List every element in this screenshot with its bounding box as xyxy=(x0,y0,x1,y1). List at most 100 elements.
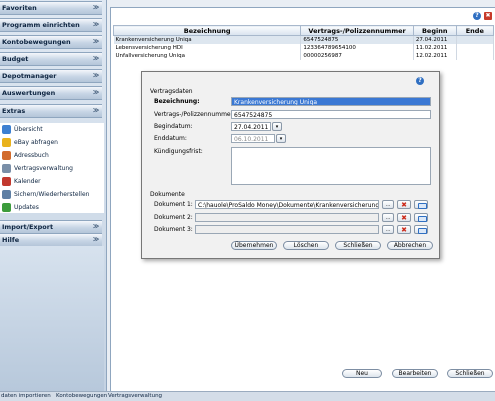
chevron-icon: ≫ xyxy=(92,4,100,11)
update-icon xyxy=(2,203,11,212)
browse-button[interactable]: ... xyxy=(382,213,394,222)
document-3-label: Dokument 3: xyxy=(154,226,193,233)
table-cell: Lebensversicherung HDI xyxy=(113,44,302,52)
chevron-icon: ≫ xyxy=(92,21,100,28)
help-icon[interactable]: ? xyxy=(473,12,481,20)
column-header-ende[interactable]: Ende xyxy=(455,25,495,36)
browse-button[interactable]: ... xyxy=(382,200,394,209)
section-label-vertragsdaten: Vertragsdaten xyxy=(150,88,193,95)
chevron-icon: ≫ xyxy=(92,223,100,230)
sidebar-item-label: Vertragsverwaltung xyxy=(14,165,73,172)
begin-date-label: Begindatum: xyxy=(154,123,193,130)
sidebar-header-depotmanager[interactable]: Depotmanager ≫ xyxy=(0,69,102,83)
new-button[interactable]: Neu xyxy=(342,369,382,378)
chevron-icon: ≫ xyxy=(92,38,100,45)
sidebar-header-label: Programm einrichten xyxy=(2,21,80,29)
help-icon[interactable]: ? xyxy=(416,77,424,85)
table-cell: 00000256987 xyxy=(300,52,414,60)
overview-icon xyxy=(2,125,11,134)
sidebar-header-label: Budget xyxy=(2,55,29,63)
table-cell: 6547524875 xyxy=(300,35,414,44)
column-header-beginn[interactable]: Beginn xyxy=(412,25,457,36)
close-window-button[interactable]: Schließen xyxy=(447,369,493,378)
delete-document-icon[interactable]: ✖ xyxy=(397,200,411,209)
sidebar-item-vertragsverwaltung[interactable]: Vertragsverwaltung xyxy=(2,162,102,175)
column-header-bezeichnung[interactable]: Bezeichnung xyxy=(112,25,302,36)
sidebar-item-ebay[interactable]: eBay abfragen xyxy=(2,136,102,149)
sidebar-header-kontobewegungen[interactable]: Kontobewegungen ≫ xyxy=(0,35,102,49)
sidebar-item-sichern[interactable]: Sichern/Wiederherstellen xyxy=(2,188,102,201)
sidebar-item-updates[interactable]: Updates xyxy=(2,201,102,214)
chevron-icon: ≫ xyxy=(92,107,100,114)
delete-button[interactable]: Löschen xyxy=(283,241,329,250)
name-input[interactable]: Krankenversicherung Uniqa xyxy=(231,97,431,106)
extras-menu: Übersicht eBay abfragen Adressbuch Vertr… xyxy=(0,123,104,213)
close-icon[interactable]: ✖ xyxy=(484,12,492,20)
sidebar-header-import-export[interactable]: Import/Export ≫ xyxy=(0,220,102,234)
sidebar-item-adressbuch[interactable]: Adressbuch xyxy=(2,149,102,162)
date-picker-icon[interactable]: ▾ xyxy=(276,134,286,143)
open-document-icon[interactable] xyxy=(414,225,428,234)
table-cell: 12.02.2011 xyxy=(413,52,457,60)
table-cell: 11.02.2011 xyxy=(413,44,457,52)
sidebar-header-label: Kontobewegungen xyxy=(2,38,71,46)
document-3-input[interactable] xyxy=(195,225,379,234)
table-cell: 123364789654100 xyxy=(300,44,414,52)
apply-button[interactable]: Übernehmen xyxy=(231,241,277,250)
sidebar-header-favoriten[interactable]: Favoriten ≫ xyxy=(0,1,102,15)
sidebar-item-uebersicht[interactable]: Übersicht xyxy=(2,123,102,136)
contract-number-input[interactable]: 6547524875 xyxy=(231,110,431,119)
sidebar-item-label: Übersicht xyxy=(14,126,43,133)
sidebar-item-label: Updates xyxy=(14,204,39,211)
cancel-deadline-label: Kündigungsfrist: xyxy=(154,148,203,155)
table-row[interactable]: Unfallversicherung Uniqa 00000256987 12.… xyxy=(113,52,495,60)
table-header-row: Bezeichnung Vertrags-/Polizzennummer Beg… xyxy=(112,25,495,36)
document-2-input[interactable] xyxy=(195,213,379,222)
chevron-icon: ≫ xyxy=(92,55,100,62)
chevron-icon: ≫ xyxy=(92,72,100,79)
navigation-sidebar: Favoriten ≫ Programm einrichten ≫ Kontob… xyxy=(0,0,107,391)
sidebar-header-label: Hilfe xyxy=(2,236,20,244)
sidebar-header-label: Favoriten xyxy=(2,4,37,12)
name-label: Bezeichnung: xyxy=(154,98,200,105)
contract-icon xyxy=(2,164,11,173)
table-cell: 27.04.2011 xyxy=(413,35,457,44)
chevron-icon: ≫ xyxy=(92,89,100,96)
begin-date-input[interactable]: 27.04.2011 xyxy=(231,122,271,131)
table-cell xyxy=(456,35,495,44)
table-cell: Krankenversicherung Uniqa xyxy=(113,35,302,44)
close-button[interactable]: Schließen xyxy=(335,241,381,250)
end-date-input[interactable]: 06.10.2011 xyxy=(231,134,275,143)
table-cell xyxy=(456,44,495,52)
sidebar-header-programm-einrichten[interactable]: Programm einrichten ≫ xyxy=(0,18,102,32)
document-1-input[interactable]: C:\hauole\ProSaldo Money\Dokumente\Krank… xyxy=(195,200,379,209)
sidebar-empty-area xyxy=(0,246,104,391)
document-2-label: Dokument 2: xyxy=(154,214,193,221)
sidebar-header-hilfe[interactable]: Hilfe ≫ xyxy=(0,233,102,247)
table-row[interactable]: Lebensversicherung HDI 123364789654100 1… xyxy=(113,44,495,52)
sidebar-item-label: Adressbuch xyxy=(14,152,49,159)
sidebar-item-kalender[interactable]: Kalender xyxy=(2,175,102,188)
edit-button[interactable]: Bearbeiten xyxy=(392,369,438,378)
open-document-icon[interactable] xyxy=(414,213,428,222)
end-date-label: Enddatum: xyxy=(154,135,187,142)
cancel-deadline-textarea[interactable] xyxy=(231,147,431,185)
delete-document-icon[interactable]: ✖ xyxy=(397,225,411,234)
calendar-icon xyxy=(2,177,11,186)
browse-button[interactable]: ... xyxy=(382,225,394,234)
chevron-icon: ≫ xyxy=(92,236,100,243)
cancel-button[interactable]: Abbrechen xyxy=(387,241,433,250)
open-document-icon[interactable] xyxy=(414,200,428,209)
contracts-table: Bezeichnung Vertrags-/Polizzennummer Beg… xyxy=(112,25,495,60)
delete-document-icon[interactable]: ✖ xyxy=(397,213,411,222)
table-row[interactable]: Krankenversicherung Uniqa 6547524875 27.… xyxy=(113,35,495,44)
column-header-vertragsnummer[interactable]: Vertrags-/Polizzennummer xyxy=(300,25,414,36)
date-picker-icon[interactable]: ▾ xyxy=(272,122,282,131)
contract-edit-dialog: ? Vertragsdaten Bezeichnung: Krankenvers… xyxy=(141,71,440,259)
sidebar-header-extras[interactable]: Extras ≫ xyxy=(0,104,102,118)
sidebar-header-budget[interactable]: Budget ≫ xyxy=(0,52,102,66)
backup-icon xyxy=(2,190,11,199)
sidebar-header-auswertungen[interactable]: Auswertungen ≫ xyxy=(0,86,102,100)
table-cell xyxy=(456,52,495,60)
sidebar-header-label: Extras xyxy=(2,107,26,115)
